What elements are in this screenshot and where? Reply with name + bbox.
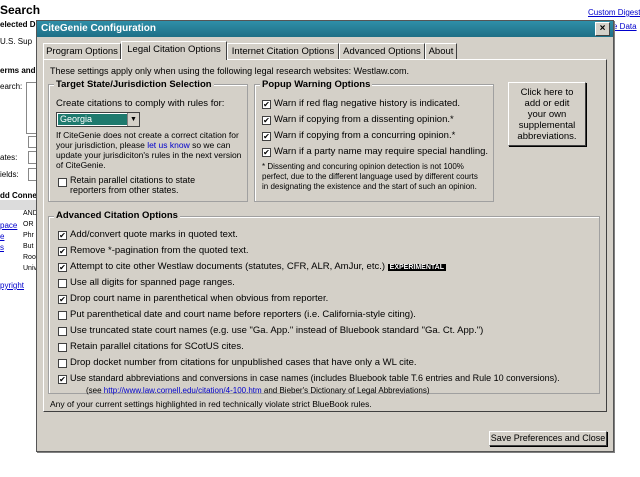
experimental-badge: EXPERIMENTAL xyxy=(387,264,446,271)
bg-page-title: Search xyxy=(0,3,41,17)
jurisdiction-help-line-1: If CiteGenie does not create a correct c… xyxy=(56,130,239,140)
warn-party-name-checkbox[interactable]: ✔ xyxy=(262,148,271,157)
popup-note-line-1: * Dissenting and concuring opinion detec… xyxy=(262,162,464,171)
adv-option-checkbox[interactable]: ✔ xyxy=(58,263,67,272)
popup-warning-label: Popup Warning Options xyxy=(260,79,373,90)
adv-option-label: Attempt to cite other Westlaw documents … xyxy=(70,261,446,272)
bg-copyright-link[interactable]: pyright xyxy=(0,281,24,290)
warn-red-flag-checkbox[interactable]: ✔ xyxy=(262,100,271,109)
adv-option-label: Drop docket number from citations for un… xyxy=(70,357,417,368)
abbrev-button-line: your own xyxy=(527,109,567,120)
bg-fields-label: ields: xyxy=(0,170,19,179)
close-icon: × xyxy=(599,23,606,34)
edit-abbreviations-button[interactable]: Click here to add or edit your own suppl… xyxy=(508,82,586,146)
adv-option-checkbox[interactable] xyxy=(58,279,67,288)
popup-note-line-2: perfect, due to the different language u… xyxy=(262,172,478,181)
tab-internet-citation-options[interactable]: Internet Citation Options xyxy=(227,43,339,59)
dialog-title-bar[interactable]: CiteGenie Configuration × xyxy=(37,21,613,37)
bg-data-link[interactable]: e Data xyxy=(613,22,637,31)
close-button[interactable]: × xyxy=(595,22,610,36)
let-us-know-link[interactable]: let us know xyxy=(147,140,190,150)
adv-option-checkbox[interactable]: ✔ xyxy=(58,295,67,304)
adv-option-label: Use standard abbreviations and conversio… xyxy=(70,373,560,383)
adv-option-checkbox[interactable] xyxy=(58,343,67,352)
bg-connector: But xyxy=(23,243,34,250)
bg-states-label: ates: xyxy=(0,153,18,162)
abbrev-button-line: abbreviations. xyxy=(517,131,577,142)
adv-option-label: Add/convert quote marks in quoted text. xyxy=(70,229,238,240)
see-text: and Bieber's Dictionary of Legal Abbrevi… xyxy=(261,386,430,395)
bg-connector: Roo xyxy=(23,254,36,261)
warn-concurring-label: Warn if copying from a concurring opinio… xyxy=(274,130,456,141)
tab-about[interactable]: About xyxy=(425,43,457,59)
abbrev-button-line: Click here to xyxy=(520,87,574,98)
adv-option-label: Remove *-pagination from the quoted text… xyxy=(70,245,249,256)
see-reference-line: (see http://www.law.cornell.edu/citation… xyxy=(86,386,430,395)
bg-us-sup: U.S. Sup xyxy=(0,37,33,46)
help-text: your jurisdiction, please xyxy=(56,140,148,150)
bg-connector: OR xyxy=(23,221,34,228)
legal-citation-panel: These settings apply only when using the… xyxy=(43,59,607,412)
adv-option-checkbox[interactable]: ✔ xyxy=(58,247,67,256)
adv-option-checkbox[interactable]: ✔ xyxy=(58,375,67,384)
bg-selected-label: elected D xyxy=(0,20,36,29)
retain-parallel-state-label-1: Retain parallel citations to state xyxy=(70,175,196,185)
tab-legal-citation-options[interactable]: Legal Citation Options xyxy=(121,41,227,60)
bg-connector: Univ xyxy=(23,265,38,272)
bg-add-connectors-label: dd Conne xyxy=(0,191,37,200)
tab-advanced-options[interactable]: Advanced Options xyxy=(339,43,425,59)
jurisdiction-select[interactable]: Georgia ▼ xyxy=(56,112,140,127)
adv-option-checkbox[interactable]: ✔ xyxy=(58,231,67,240)
cornell-citation-link[interactable]: http://www.law.cornell.edu/citation/4-10… xyxy=(104,386,262,395)
bg-search-label: earch: xyxy=(0,82,23,91)
jurisdiction-help-line-2: your jurisdiction, please let us know so… xyxy=(56,140,230,150)
warn-dissenting-label: Warn if copying from a dissenting opinio… xyxy=(274,114,454,125)
bg-side-link[interactable]: e xyxy=(0,232,4,241)
tab-program-options[interactable]: Program Options xyxy=(43,43,121,59)
adv-option-checkbox[interactable] xyxy=(58,311,67,320)
bg-side-link[interactable]: s xyxy=(0,243,4,252)
help-text: so we can xyxy=(189,140,231,150)
adv-option-label: Put parenthetical date and court name be… xyxy=(70,309,416,320)
adv-option-checkbox[interactable] xyxy=(58,327,67,336)
dialog-title: CiteGenie Configuration xyxy=(41,23,156,34)
jurisdiction-help-line-3: update your jurisdiciton's rules in the … xyxy=(56,150,242,160)
bg-custom-digest-link[interactable]: Custom Digest xyxy=(588,8,640,17)
intro-text: These settings apply only when using the… xyxy=(50,66,410,76)
see-text: (see xyxy=(86,386,104,395)
bg-terms-label: erms and xyxy=(0,66,36,75)
adv-option-label: Use truncated state court names (e.g. us… xyxy=(70,325,484,336)
adv-option-checkbox[interactable] xyxy=(58,359,67,368)
adv-option-label: Retain parallel citations for SCotUS cit… xyxy=(70,341,244,352)
adv-option-label: Use all digits for spanned page ranges. xyxy=(70,277,235,288)
jurisdiction-help-line-4: of CiteGenie. xyxy=(56,160,106,170)
warn-dissenting-checkbox[interactable]: ✔ xyxy=(262,116,271,125)
retain-parallel-state-label-2: reporters from other states. xyxy=(70,185,179,195)
retain-parallel-state-checkbox[interactable] xyxy=(58,178,67,187)
warn-party-name-label: Warn if a party name may require special… xyxy=(274,146,489,157)
warn-red-flag-label: Warn if red flag negative history is ind… xyxy=(274,98,461,109)
chevron-down-icon[interactable]: ▼ xyxy=(127,113,139,126)
advanced-citation-label: Advanced Citation Options xyxy=(54,210,180,221)
save-preferences-button[interactable]: Save Preferences and Close xyxy=(489,431,607,446)
abbrev-button-line: supplemental xyxy=(518,120,576,131)
citegenie-config-dialog: CiteGenie Configuration × Program Option… xyxy=(36,20,614,452)
bg-add-connectors-bar xyxy=(0,200,40,210)
adv-option-text: Attempt to cite other Westlaw documents … xyxy=(70,261,386,272)
adv-option-label: Drop court name in parenthetical when ob… xyxy=(70,293,329,304)
bg-side-link[interactable]: pace xyxy=(0,221,17,230)
warn-concurring-checkbox[interactable]: ✔ xyxy=(262,132,271,141)
abbrev-button-line: add or edit xyxy=(524,98,570,109)
comply-label: Create citations to comply with rules fo… xyxy=(56,98,225,109)
target-jurisdiction-label: Target State/Jurisdiction Selection xyxy=(54,79,214,90)
jurisdiction-selected-value: Georgia xyxy=(58,114,128,125)
popup-note-line-3: in designating the existence and the sta… xyxy=(262,182,477,191)
bg-connector: Phr xyxy=(23,232,34,239)
bluebook-footer-note: Any of your current settings highlighted… xyxy=(50,399,372,409)
